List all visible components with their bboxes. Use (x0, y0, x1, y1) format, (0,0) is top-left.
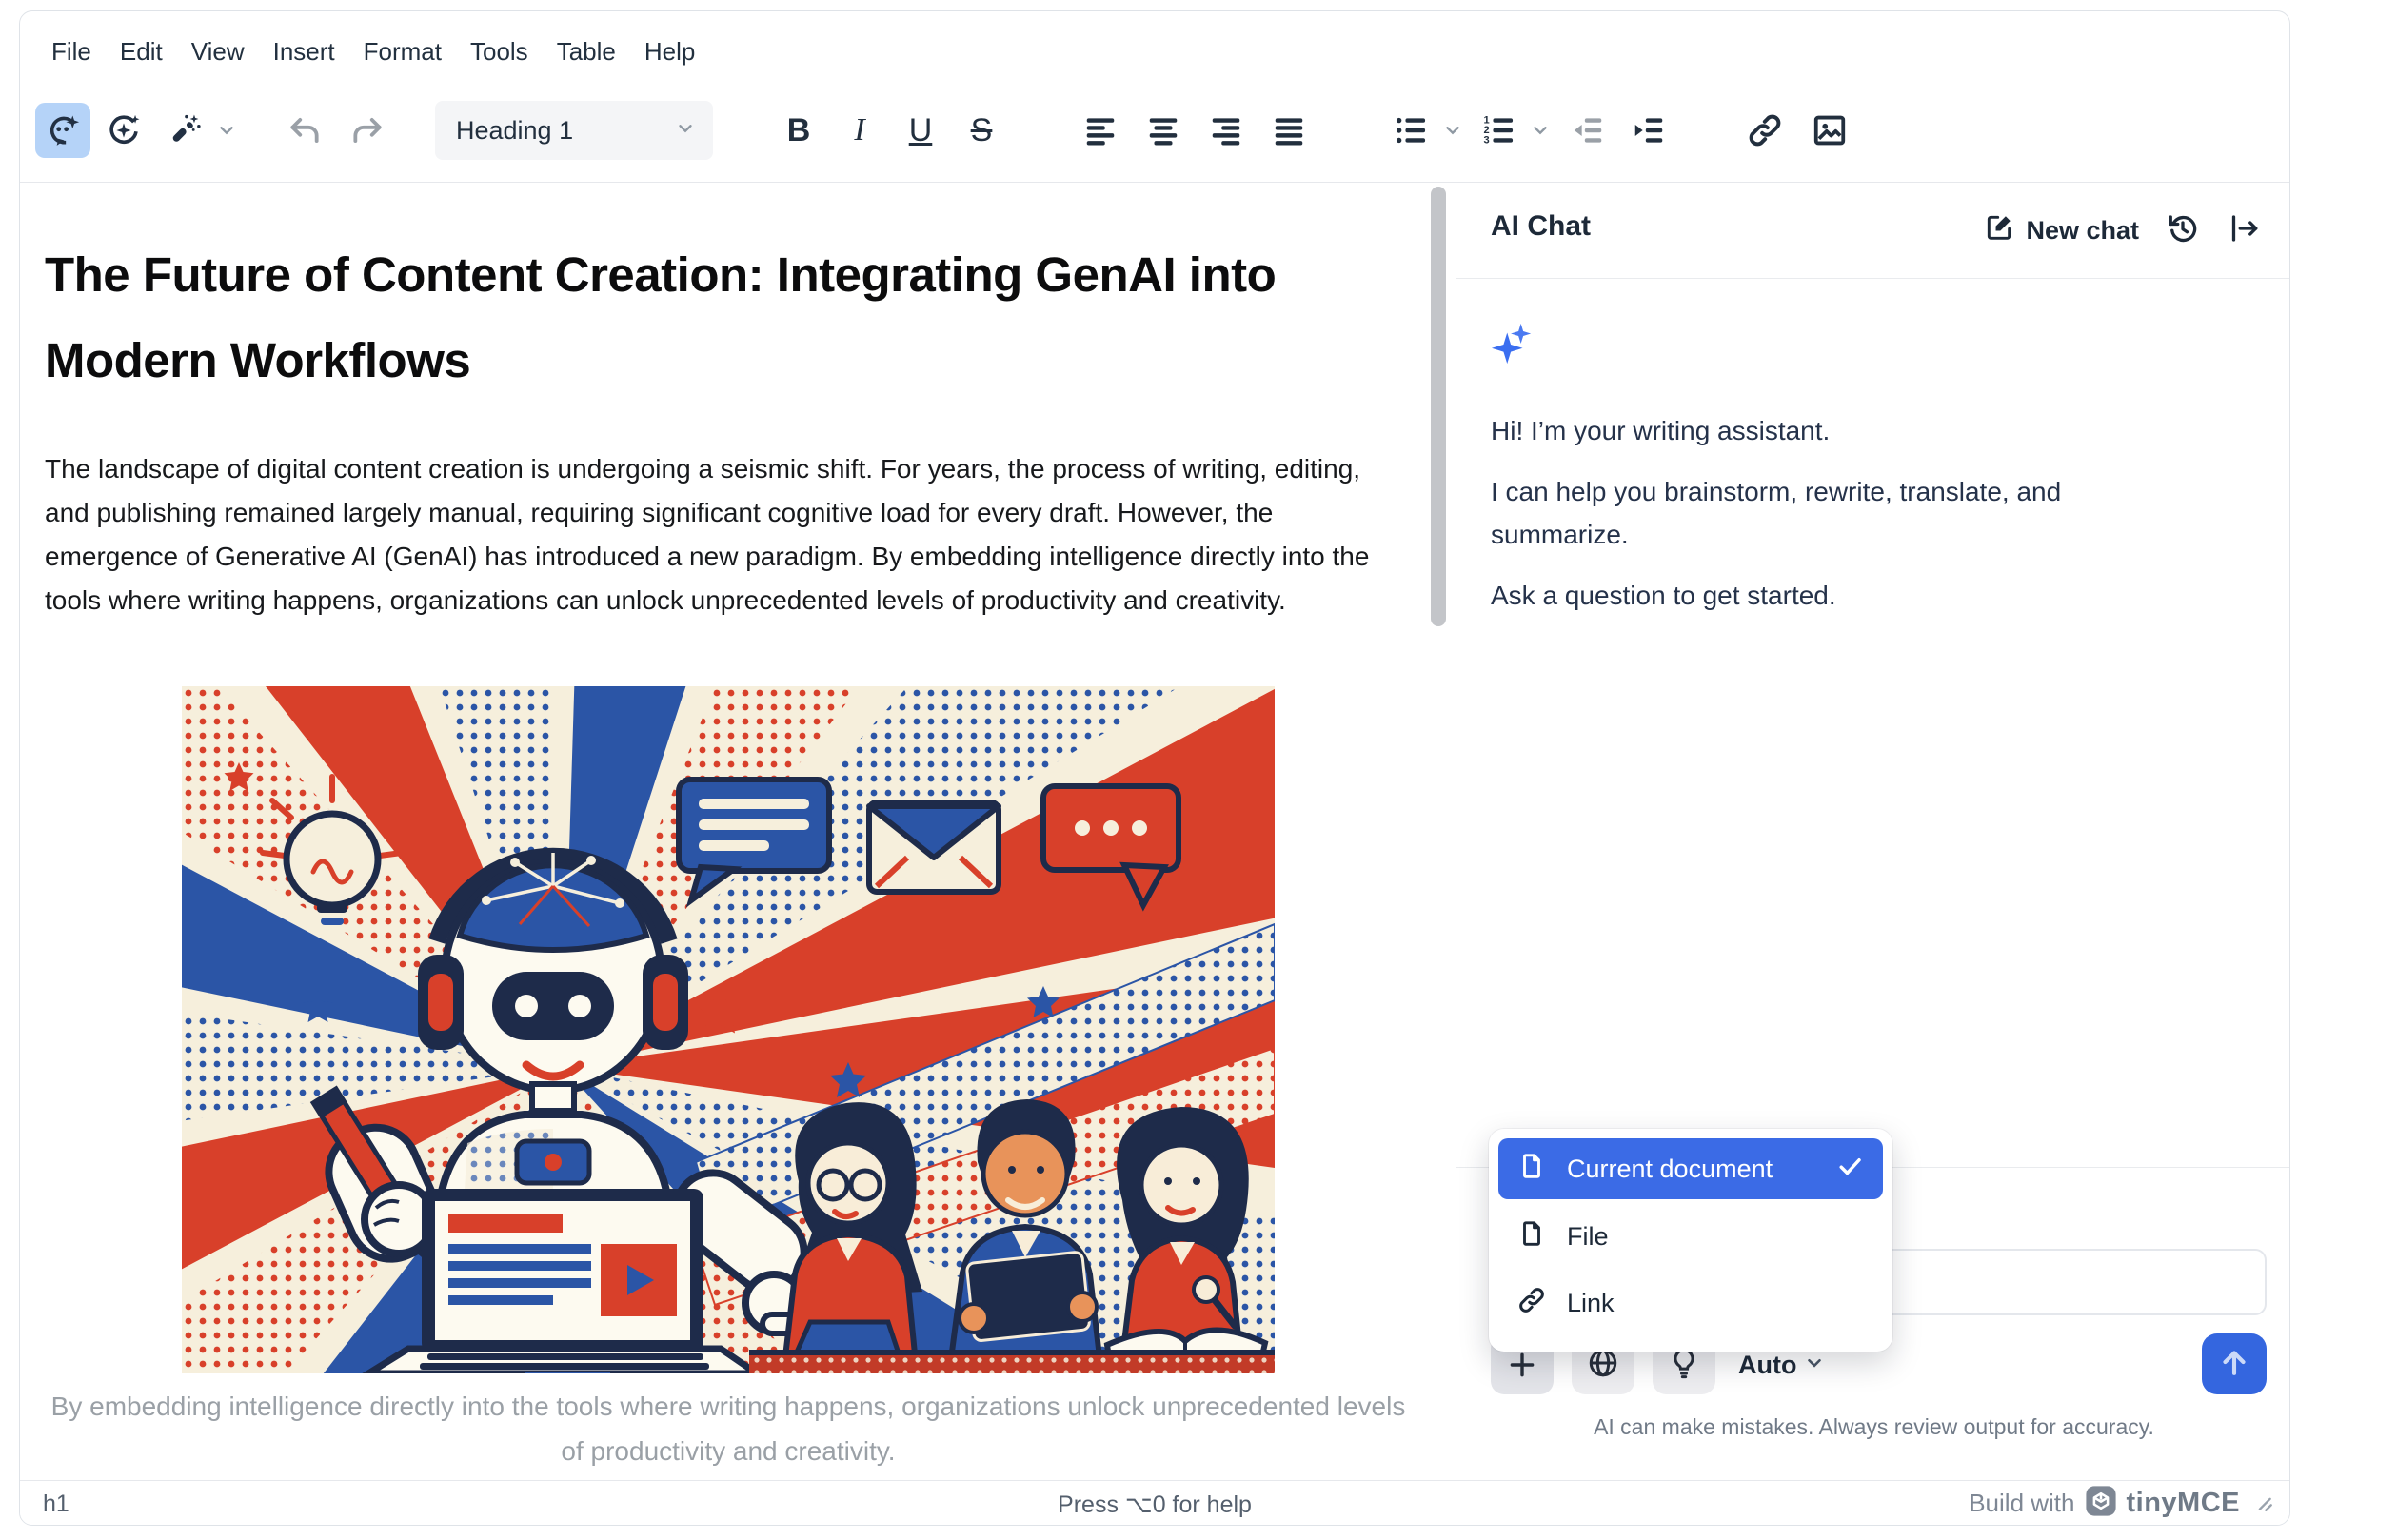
ai-chat-button[interactable] (35, 103, 90, 158)
align-center-button[interactable] (1136, 103, 1191, 158)
ai-shortcuts-button[interactable] (157, 103, 212, 158)
arrow-up-icon (2216, 1344, 2252, 1385)
menu-view[interactable]: View (177, 28, 259, 76)
ai-shortcuts-chevron[interactable] (212, 103, 241, 158)
menu-item-current-document[interactable]: Current document (1498, 1138, 1883, 1199)
new-chat-label: New chat (2026, 216, 2139, 246)
menu-item-label: Current document (1567, 1155, 1814, 1184)
status-bar: h1 Press ⌥0 for help Build with tinyMCE (20, 1480, 2289, 1525)
chat-history-button[interactable] (2166, 211, 2200, 250)
undo-button[interactable] (277, 103, 332, 158)
ai-review-button[interactable] (96, 103, 151, 158)
send-button[interactable] (2202, 1333, 2267, 1394)
menu-item-file[interactable]: File (1498, 1203, 1883, 1270)
assistant-sparkles-icon (1491, 322, 1535, 370)
editor-scrollbar[interactable] (1431, 187, 1446, 626)
editor-content[interactable]: The Future of Content Creation: Integrat… (20, 183, 1431, 1482)
document-icon (1517, 1219, 1546, 1254)
ai-chat-header: AI Chat New chat (1456, 183, 2290, 278)
assistant-message: Hi! I’m your writing assistant. (1491, 409, 2144, 452)
menu-edit[interactable]: Edit (106, 28, 177, 76)
build-with-label: Build with (1969, 1489, 2074, 1518)
brand-name[interactable]: tinyMCE (2127, 1488, 2241, 1519)
menu-table[interactable]: Table (543, 28, 630, 76)
ai-disclaimer: AI can make mistakes. Always review outp… (1456, 1414, 2290, 1440)
menu-help[interactable]: Help (630, 28, 709, 76)
menu-item-label: Link (1567, 1289, 1864, 1318)
assistant-message: Ask a question to get started. (1491, 574, 2144, 617)
ai-chat-title: AI Chat (1491, 210, 1591, 243)
format-select[interactable]: Heading 1 (435, 101, 713, 160)
ai-chat-bubble-icon (45, 112, 81, 148)
chevron-down-icon (675, 118, 696, 144)
outdent-button[interactable] (1560, 103, 1615, 158)
assistant-message: I can help you brainstorm, rewrite, tran… (1491, 470, 2144, 556)
document-heading[interactable]: The Future of Content Creation: Integrat… (45, 232, 1311, 404)
numbered-list-button[interactable]: 1 2 3 (1471, 103, 1526, 158)
italic-button[interactable]: I (829, 103, 890, 158)
menu-tools[interactable]: Tools (456, 28, 543, 76)
menu-file[interactable]: File (37, 28, 106, 76)
ai-sparkle-circle-icon (106, 112, 142, 148)
format-select-value: Heading 1 (456, 116, 675, 146)
chevron-down-icon (1804, 1352, 1825, 1378)
align-left-button[interactable] (1073, 103, 1128, 158)
menu-bar: File Edit View Insert Format Tools Table… (37, 25, 709, 78)
help-shortcut-text: Press ⌥0 for help (20, 1491, 2289, 1519)
bullet-list-button[interactable] (1383, 103, 1438, 158)
compose-icon (1984, 212, 2014, 249)
menu-insert[interactable]: Insert (259, 28, 349, 76)
model-select-value: Auto (1738, 1351, 1796, 1380)
indent-button[interactable] (1621, 103, 1676, 158)
close-panel-button[interactable] (2227, 211, 2261, 250)
globe-icon (1587, 1347, 1619, 1384)
magic-wand-icon (167, 112, 203, 148)
context-dropdown-menu: Current document File Link (1489, 1129, 1892, 1352)
document-icon (1517, 1152, 1546, 1187)
menu-item-label: File (1567, 1222, 1864, 1252)
strikethrough-button[interactable]: S (951, 103, 1012, 158)
lightbulb-icon (1668, 1347, 1700, 1384)
underline-button[interactable]: U (890, 103, 951, 158)
insert-image-button[interactable] (1802, 103, 1857, 158)
toolbar: Heading 1 B I U S (35, 99, 1857, 162)
assistant-messages: Hi! I’m your writing assistant. I can he… (1491, 409, 2243, 635)
editor-window: File Edit View Insert Format Tools Table… (19, 10, 2290, 1526)
image-icon (1812, 112, 1848, 148)
svg-text:3: 3 (1483, 135, 1489, 147)
resize-handle-icon[interactable] (2249, 1489, 2274, 1518)
chat-header-divider (1456, 278, 2290, 279)
align-justify-button[interactable] (1261, 103, 1317, 158)
numbered-list-chevron[interactable] (1526, 103, 1555, 158)
link-icon (1517, 1286, 1546, 1321)
redo-button[interactable] (340, 103, 395, 158)
bold-button[interactable]: B (768, 103, 829, 158)
menu-item-link[interactable]: Link (1498, 1270, 1883, 1336)
check-icon (1835, 1152, 1864, 1187)
bullet-list-chevron[interactable] (1438, 103, 1467, 158)
document-paragraph[interactable]: The landscape of digital content creatio… (45, 447, 1412, 622)
new-chat-button[interactable]: New chat (1984, 212, 2139, 249)
image-caption[interactable]: By embedding intelligence directly into … (45, 1384, 1412, 1473)
link-button[interactable] (1737, 103, 1793, 158)
link-icon (1747, 112, 1783, 148)
align-right-button[interactable] (1198, 103, 1254, 158)
menu-format[interactable]: Format (349, 28, 456, 76)
document-illustration[interactable] (182, 686, 1275, 1373)
tinymce-logo-icon[interactable] (2085, 1485, 2117, 1522)
